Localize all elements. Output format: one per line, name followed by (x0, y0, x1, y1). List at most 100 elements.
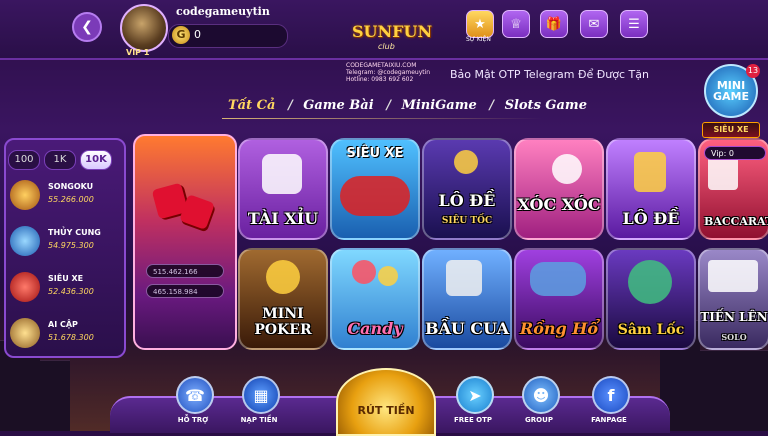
game-label: Candy (347, 319, 403, 338)
gift-icon[interactable]: 🎁 (540, 10, 568, 38)
username: codegameuytin (176, 5, 270, 18)
tab-separator: / (287, 98, 293, 113)
tab-slots[interactable]: Slots Game (505, 98, 587, 113)
withdraw-label: RÚT TIỀN (357, 404, 415, 417)
solo-label: SOLO (721, 332, 747, 342)
game-label: TÀI XỈU (247, 209, 319, 228)
tab-all[interactable]: Tất Cả (228, 98, 275, 113)
disc-icon (552, 154, 582, 184)
game-label: TIẾN LÊN (700, 310, 768, 324)
game-label: BACCARAT (704, 215, 768, 228)
group-label: GROUP (525, 416, 553, 424)
marquee-text: Bảo Mật OTP Telegram Để Được Tặn (450, 68, 649, 81)
group-icon[interactable]: ☻ (522, 376, 560, 414)
dragon-icon (530, 262, 586, 296)
mini-game-widget[interactable]: MINI GAME 13 SIÊU XE Vip: 0 (702, 64, 766, 164)
site-info: CODEGAMETAIXIU.COM Telegram: @codegameuy… (346, 62, 430, 83)
sieu-xe-mini-label: SIÊU XE (702, 122, 760, 138)
deposit-icon[interactable]: ▦ (242, 376, 280, 414)
candy-icon (378, 266, 398, 286)
game-label: SIÊU XE (346, 146, 404, 161)
mail-icon[interactable]: ✉ (580, 10, 608, 38)
vip-level: VIP 1 (126, 48, 150, 57)
free-otp-label: FREE OTP (453, 416, 493, 424)
game-label: XÓC XÓC (517, 195, 601, 214)
ai-cap-icon (10, 318, 40, 348)
tab-separator: / (489, 98, 495, 113)
facebook-icon[interactable]: f (592, 376, 630, 414)
tab-minigame[interactable]: MiniGame (401, 98, 476, 113)
withdraw-button[interactable]: RÚT TIỀN (336, 368, 436, 436)
game-mini-poker[interactable]: MINI POKER (238, 248, 328, 350)
jackpot-filters: 100 1K 10K (8, 150, 112, 170)
jackpot-value: 54.975.300 (48, 241, 94, 250)
vip-points: Vip: 0 (704, 146, 766, 160)
game-lo-de[interactable]: LÔ ĐỀ (606, 138, 696, 240)
game-candy[interactable]: Candy (330, 248, 420, 350)
deposit-label: NẠP TIỀN (240, 416, 278, 424)
support-label: HỖ TRỢ (177, 416, 209, 424)
game-label: Rồng Hổ (519, 319, 599, 338)
vip-crown-icon[interactable]: ♕ (502, 10, 530, 38)
game-label: BẦU CUA (424, 319, 510, 338)
jackpot-name: AI CẬP (48, 320, 78, 329)
jackpot-name: SONGOKU (48, 182, 94, 191)
game-sieu-xe[interactable]: SIÊU XE (330, 138, 420, 240)
event-label: SỰ KIỆN (466, 36, 491, 43)
game-sam-loc[interactable]: Sâm Lốc (606, 248, 696, 350)
game-tien-len[interactable]: TIẾN LÊN SOLO (698, 248, 768, 350)
game-rong-ho[interactable]: Rồng Hổ (514, 248, 604, 350)
logo: SUNFUN club (348, 4, 432, 60)
mini-game-badge: 13 (746, 64, 760, 78)
event-icon[interactable]: ★ (466, 10, 494, 38)
jackpot-filter-10k[interactable]: 10K (80, 150, 112, 170)
building (40, 360, 70, 431)
game-xoc-xoc[interactable]: XÓC XÓC (514, 138, 604, 240)
support-icon[interactable]: ☎ (176, 376, 214, 414)
ball-icon (454, 150, 478, 174)
logo-text: SUNFUN (352, 22, 433, 41)
jackpot-name: SIÊU XE (48, 274, 84, 283)
tab-underline (222, 118, 542, 119)
jackpot-item[interactable]: THỦY CUNG 54.975.300 (10, 224, 118, 264)
menu-icon[interactable]: ☰ (620, 10, 648, 38)
jackpot-item[interactable]: SONGOKU 55.266.000 (10, 178, 118, 218)
jackpot-item[interactable]: SIÊU XE 52.436.300 (10, 270, 118, 310)
game-label: LÔ ĐỀ (622, 209, 680, 228)
fanpage-label: FANPAGE (591, 416, 627, 424)
candy-icon (352, 260, 376, 284)
dice-icon (262, 154, 302, 194)
game-bau-cua[interactable]: BẦU CUA (422, 248, 512, 350)
coin-icon: G (172, 26, 190, 44)
featured-game-card[interactable] (133, 134, 237, 350)
tab-separator: / (386, 98, 391, 113)
game-label: LÔ ĐỀ (438, 191, 496, 210)
game-sublabel: SIÊU TỐC (441, 216, 493, 226)
telegram-icon[interactable]: ➤ (456, 376, 494, 414)
jackpot-filter-100[interactable]: 100 (8, 150, 40, 170)
jackpot-name: THỦY CUNG (48, 228, 101, 237)
building (700, 350, 768, 431)
site-line: CODEGAMETAIXIU.COM (346, 62, 417, 69)
game-tai-xiu[interactable]: TÀI XỈU (238, 138, 328, 240)
avatar[interactable] (120, 4, 168, 52)
logo-sub: club (378, 42, 395, 51)
game-label: Sâm Lốc (617, 322, 685, 338)
jackpot-value: 52.436.300 (48, 287, 94, 296)
back-button[interactable]: ❮ (72, 12, 102, 42)
jackpot-item[interactable]: AI CẬP 51.678.300 (10, 316, 118, 350)
game-tabs: Tất Cả / Game Bài / MiniGame / Slots Gam… (228, 98, 595, 113)
site-line: Hotline: 0983 692 602 (346, 76, 414, 83)
site-line: Telegram: @codegameuytin (346, 69, 431, 76)
card-table-icon (628, 260, 672, 304)
featured-jackpot: 515.462.166 (146, 264, 224, 278)
cards-icon (708, 260, 758, 292)
jackpot-value: 55.266.000 (48, 195, 94, 204)
balance-value: 0 (194, 28, 201, 41)
game-lo-de-sieu-toc[interactable]: LÔ ĐỀ SIÊU TỐC (422, 138, 512, 240)
game-label: MINI POKER (254, 306, 312, 338)
tab-game-bai[interactable]: Game Bài (303, 98, 373, 113)
jackpot-filter-1k[interactable]: 1K (44, 150, 76, 170)
dice-icon (446, 260, 482, 296)
car-icon (340, 176, 410, 216)
